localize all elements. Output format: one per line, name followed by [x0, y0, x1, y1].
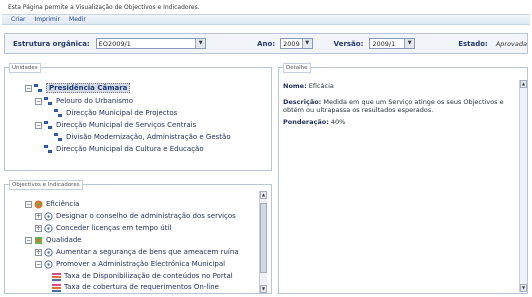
objective-icon [44, 259, 53, 269]
versao-select[interactable]: 2009/1 ▼ [369, 38, 416, 49]
detalhe-panel: Detalhe Nome: Eficácia Descrição: Medida… [278, 63, 528, 294]
menu-item-criar[interactable]: Criar [11, 16, 25, 23]
tree-node-label: Direcção Municipal de Projectos [66, 109, 178, 117]
unidades-panel: Unidades − Presidência Câmara − Pelouro … [4, 63, 272, 171]
tree-node-taxa-conteudos[interactable]: Taxa de Disponibilização de conteúdos no… [52, 271, 233, 281]
menu-item-medir[interactable]: Medir [69, 16, 86, 23]
perspective-icon [34, 236, 43, 245]
objective-icon [44, 211, 53, 221]
versao-value: 2009/1 [372, 39, 396, 48]
versao-label: Versão: [333, 39, 364, 48]
tree-node-label: Qualidade [46, 236, 82, 244]
filter-bar: Estrutura orgânica: EO2009/1 ▼ Ano: 2009… [4, 33, 528, 54]
indicator-icon [52, 272, 61, 281]
collapse-icon[interactable]: − [35, 121, 42, 129]
ponderacao-value: 40% [330, 118, 346, 126]
org-unit-icon [44, 96, 53, 106]
nome-value: Eficácia [308, 82, 334, 90]
perspective-icon [34, 200, 43, 209]
org-unit-icon [44, 120, 53, 130]
menu-bar: Criar Imprimir Medir [2, 14, 530, 25]
estado-label: Estado: [458, 39, 488, 48]
expand-icon[interactable]: + [35, 248, 42, 256]
detalhe-descricao: Descrição: Medida em que um Serviço atin… [283, 98, 511, 114]
objective-icon [44, 223, 53, 233]
scroll-up-icon[interactable]: ▲ [260, 191, 267, 199]
ano-value: 2009 [283, 39, 300, 48]
tree-node-label: Presidência Câmara [46, 83, 131, 93]
descricao-label: Descrição: [283, 98, 322, 106]
tree-node-projectos[interactable]: Direcção Municipal de Projectos [54, 108, 177, 118]
tree-node-presidencia[interactable]: − Presidência Câmara [25, 83, 131, 93]
dropdown-arrow-icon[interactable]: ▼ [301, 39, 312, 48]
scroll-up-icon[interactable]: ▲ [520, 80, 527, 88]
tree-node-label: Taxa de Disponibilização de conteúdos no… [64, 272, 233, 280]
scroll-thumb[interactable] [260, 203, 267, 273]
tree-node-modernizacao[interactable]: Divisão Modernização, Administração e Ge… [54, 132, 231, 142]
tree-node-administracao[interactable]: − Promover a Administração Electrónica M… [35, 259, 225, 269]
nome-label: Nome: [283, 82, 307, 90]
tree-node-qualidade[interactable]: − Qualidade [25, 235, 82, 245]
objectivos-panel: Objectivos e Indicadores − Eficiência + … [4, 180, 272, 294]
page-description: Esta Página permite a Visualização de Ob… [8, 4, 200, 11]
tree-node-label: Taxa de cobertura de requerimentos On-li… [64, 283, 219, 291]
tree-node-label: Direcção Municipal de Serviços Centrais [56, 121, 197, 129]
tree-node-label: Aumentar a segurança de bens que ameacem… [56, 248, 239, 256]
indicator-icon [52, 283, 61, 292]
objective-icon [44, 247, 53, 257]
org-unit-icon [54, 108, 63, 118]
tree-node-label: Conceder licenças em tempo útil [56, 224, 172, 232]
estado-value: Aprovada [495, 39, 527, 48]
tree-node-eficiencia[interactable]: − Eficiência [25, 199, 79, 209]
tree-node-urbanismo[interactable]: − Pelouro do Urbanismo [35, 96, 133, 106]
collapse-icon[interactable]: − [35, 260, 42, 268]
detalhe-title: Detalhe [283, 63, 311, 73]
org-unit-icon [44, 144, 53, 154]
detalhe-ponderacao: Ponderação: 40% [283, 118, 511, 126]
detalhe-scrollbar[interactable]: ▲ ▼ [519, 80, 527, 292]
objectivos-scrollbar[interactable]: ▲ ▼ [259, 191, 267, 293]
menu-item-imprimir[interactable]: Imprimir [34, 16, 60, 23]
tree-node-seguranca[interactable]: + Aumentar a segurança de bens que ameac… [35, 247, 239, 257]
tree-node-label: Eficiência [46, 200, 80, 208]
detalhe-nome: Nome: Eficácia [283, 82, 511, 90]
estrutura-value: EO2009/1 [98, 39, 131, 48]
unidades-title: Unidades [9, 63, 41, 73]
ano-label: Ano: [257, 39, 276, 48]
collapse-icon[interactable]: − [25, 200, 32, 208]
estrutura-label: Estrutura orgânica: [13, 39, 90, 48]
expand-icon[interactable]: + [35, 212, 42, 220]
ano-select[interactable]: 2009 ▼ [280, 38, 313, 49]
scroll-down-icon[interactable]: ▼ [260, 285, 267, 293]
tree-node-taxa-cobertura[interactable]: Taxa de cobertura de requerimentos On-li… [52, 282, 219, 292]
tree-node-label: Pelouro do Urbanismo [56, 97, 133, 105]
collapse-icon[interactable]: − [25, 84, 32, 92]
ponderacao-label: Ponderação: [283, 118, 329, 126]
tree-node-designar[interactable]: + Designar o conselho de administração d… [35, 211, 236, 221]
collapse-icon[interactable]: − [25, 236, 32, 244]
org-unit-icon [54, 132, 63, 142]
tree-node-label: Divisão Modernização, Administração e Ge… [66, 133, 231, 141]
org-unit-icon [34, 83, 43, 93]
expand-icon[interactable]: + [35, 224, 42, 232]
tree-node-label: Direcção Municipal da Cultura e Educação [56, 145, 204, 153]
objectivos-title: Objectivos e Indicadores [9, 180, 83, 190]
dropdown-arrow-icon[interactable]: ▼ [404, 39, 415, 48]
estrutura-select[interactable]: EO2009/1 ▼ [95, 38, 207, 49]
tree-node-cultura[interactable]: Direcção Municipal da Cultura e Educação [44, 144, 204, 154]
dropdown-arrow-icon[interactable]: ▼ [195, 39, 206, 48]
collapse-icon[interactable]: − [35, 97, 42, 105]
tree-node-servicos-centrais[interactable]: − Direcção Municipal de Serviços Centrai… [35, 120, 196, 130]
scroll-down-icon[interactable]: ▼ [520, 284, 527, 292]
tree-node-label: Promover a Administração Electrónica Mun… [56, 260, 226, 268]
tree-node-label: Designar o conselho de administração dos… [56, 212, 236, 220]
tree-node-licencas[interactable]: + Conceder licenças em tempo útil [35, 223, 171, 233]
